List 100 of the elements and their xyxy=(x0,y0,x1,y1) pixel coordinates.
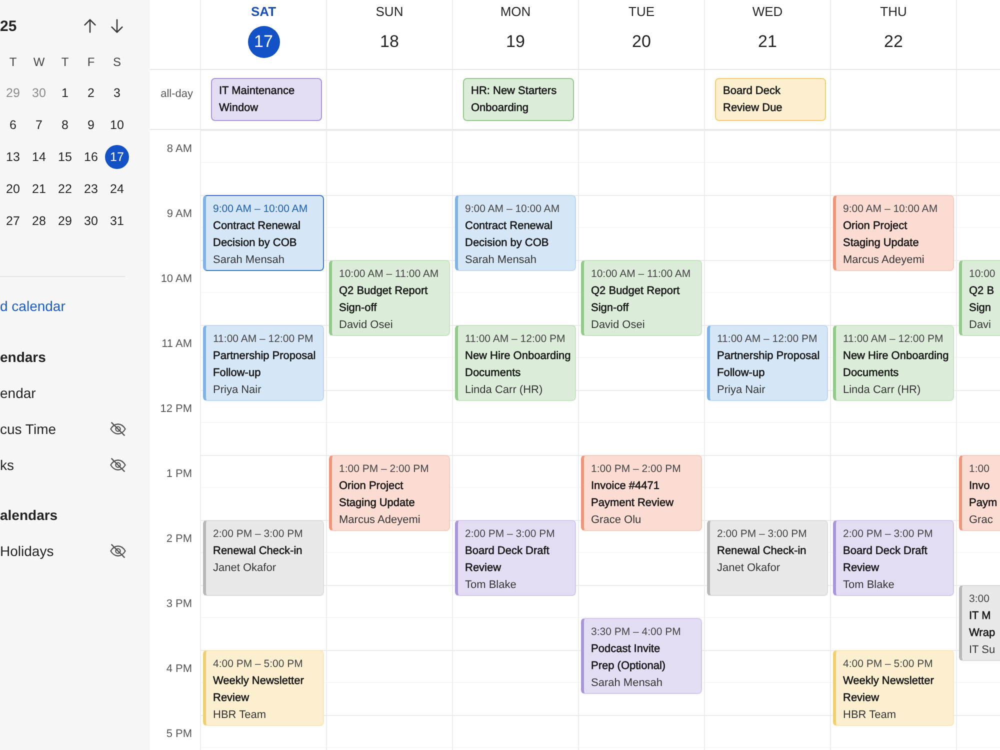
calendar-day[interactable]: 29 xyxy=(53,209,77,233)
event-title: Partnership Proposal Follow-up xyxy=(213,349,317,381)
event-card[interactable]: 10:00 Q2 B Sign Davi xyxy=(959,260,1000,336)
event-organizer: Janet Okafor xyxy=(213,561,277,576)
calendar-day[interactable]: 27 xyxy=(1,209,25,233)
event-time: 4:00 PM – 5:00 PM xyxy=(843,657,934,672)
event-time: 9:00 AM – 10:00 AM xyxy=(843,202,939,217)
event-card[interactable]: 1:00 Invo Paym Grac xyxy=(959,455,1000,531)
event-title: Invo Paym xyxy=(969,479,998,511)
event-organizer: Priya Nair xyxy=(213,383,262,398)
event-title: Partnership Proposal Follow-up xyxy=(717,349,821,381)
day-number[interactable]: 21 xyxy=(752,26,784,58)
month-title: 25 xyxy=(0,18,17,34)
event-title: Q2 B Sign xyxy=(969,284,996,316)
event-card[interactable]: 2:00 PM – 3:00 PM Board Deck Draft Review Tom Blake xyxy=(455,520,576,596)
calendar-list-item[interactable]: cus Time xyxy=(0,411,130,447)
calendar-day[interactable]: 8 xyxy=(53,113,77,137)
event-time: 10:00 AM – 11:00 AM xyxy=(339,267,440,282)
calendar-day[interactable]: 28 xyxy=(27,209,51,233)
event-organizer: Grac xyxy=(969,513,994,528)
calendar-day[interactable]: 17 xyxy=(105,145,129,169)
time-label: 8 AM xyxy=(166,143,192,156)
event-time: 11:00 AM – 12:00 PM xyxy=(717,332,818,347)
event-card[interactable]: 3:00 IT M Wrap IT Su xyxy=(959,585,1000,661)
calendar-day[interactable]: 21 xyxy=(27,177,51,201)
event-card[interactable]: 4:00 PM – 5:00 PM Weekly Newsletter Review HBR Team xyxy=(833,650,954,726)
day-number[interactable]: 20 xyxy=(626,26,658,58)
all-day-event[interactable]: IT Maintenance Window xyxy=(211,78,322,121)
event-card[interactable]: 2:00 PM – 3:00 PM Renewal Check-in Janet Okafor xyxy=(203,520,324,596)
calendar-day[interactable]: 31 xyxy=(105,209,129,233)
calendar-day[interactable]: 30 xyxy=(79,209,103,233)
time-label: 2 PM xyxy=(166,533,192,546)
event-time: 4:00 PM – 5:00 PM xyxy=(213,657,304,672)
calendar-day[interactable]: 2 xyxy=(79,81,103,105)
event-card[interactable]: 11:00 AM – 12:00 PM Partnership Proposal Follow-up Priya Nair xyxy=(203,325,324,401)
event-title: Board Deck Draft Review xyxy=(465,544,550,576)
event-card[interactable]: 4:00 PM – 5:00 PM Weekly Newsletter Review HBR Team xyxy=(203,650,324,726)
event-organizer: Tom Blake xyxy=(843,578,896,593)
event-card[interactable]: 11:00 AM – 12:00 PM New Hire Onboarding Documents Linda Carr (HR) xyxy=(455,325,576,401)
calendar-day[interactable]: 20 xyxy=(1,177,25,201)
day-number[interactable]: 22 xyxy=(878,26,910,58)
calendar-day[interactable]: 3 xyxy=(105,81,129,105)
event-card[interactable]: 9:00 AM – 10:00 AM Contract Renewal Decision by COB Sarah Mensah xyxy=(203,195,324,271)
calendar-list-item[interactable]: ks xyxy=(0,447,130,483)
event-card[interactable]: 1:00 PM – 2:00 PM Invoice #4471 Payment Review Grace Olu xyxy=(581,455,702,531)
event-title: Invoice #4471 Payment Review xyxy=(591,479,675,511)
time-label: 5 PM xyxy=(166,728,192,741)
event-title: Weekly Newsletter Review xyxy=(213,674,305,706)
calendar-day[interactable]: 10 xyxy=(105,113,129,137)
calendar-day[interactable]: 24 xyxy=(105,177,129,201)
time-label: 1 PM xyxy=(166,468,192,481)
event-time: 11:00 AM – 12:00 PM xyxy=(465,332,566,347)
event-organizer: Linda Carr (HR) xyxy=(465,383,544,398)
event-time: 1:00 PM – 2:00 PM xyxy=(339,462,430,477)
calendar-day[interactable]: 14 xyxy=(27,145,51,169)
event-card[interactable]: 1:00 PM – 2:00 PM Orion Project Staging Update Marcus Adeyemi xyxy=(329,455,450,531)
calendar-day[interactable]: 9 xyxy=(79,113,103,137)
day-number[interactable]: 17 xyxy=(248,26,280,58)
event-card[interactable]: 9:00 AM – 10:00 AM Contract Renewal Decision by COB Sarah Mensah xyxy=(455,195,576,271)
event-title: Orion Project Staging Update xyxy=(339,479,416,511)
next-button[interactable] xyxy=(108,17,126,35)
calendar-day[interactable]: 16 xyxy=(79,145,103,169)
event-card[interactable]: 2:00 PM – 3:00 PM Board Deck Draft Review Tom Blake xyxy=(833,520,954,596)
event-organizer: Linda Carr (HR) xyxy=(843,383,922,398)
event-card[interactable]: 2:00 PM – 3:00 PM Renewal Check-in Janet Okafor xyxy=(707,520,828,596)
event-card[interactable]: 10:00 AM – 11:00 AM Q2 Budget Report Sign-off David Osei xyxy=(329,260,450,336)
event-card[interactable]: 3:30 PM – 4:00 PM Podcast Invite Prep (Optional) Sarah Mensah xyxy=(581,618,702,694)
calendar-day[interactable]: 6 xyxy=(1,113,25,137)
all-day-event[interactable]: HR: New Starters Onboarding xyxy=(463,78,574,121)
event-card[interactable]: 11:00 AM – 12:00 PM Partnership Proposal Follow-up Priya Nair xyxy=(707,325,828,401)
previous-button[interactable] xyxy=(81,17,99,35)
calendar-day[interactable]: 13 xyxy=(1,145,25,169)
calendar-day[interactable]: 1 xyxy=(53,81,77,105)
eye-off-icon xyxy=(110,458,126,472)
event-card[interactable]: 10:00 AM – 11:00 AM Q2 Budget Report Sign-off David Osei xyxy=(581,260,702,336)
day-name: MON xyxy=(500,5,531,19)
calendar-day[interactable]: 15 xyxy=(53,145,77,169)
calendar-link[interactable]: d calendar xyxy=(0,298,66,314)
day-number[interactable]: 19 xyxy=(500,26,532,58)
all-day-event[interactable]: Board Deck Review Due xyxy=(715,78,826,121)
weekday-label: T xyxy=(8,54,18,71)
calendar-day[interactable]: 23 xyxy=(79,177,103,201)
calendar-day[interactable]: 7 xyxy=(27,113,51,137)
event-title: Orion Project Staging Update xyxy=(843,219,920,251)
day-number[interactable]: 18 xyxy=(374,26,406,58)
event-title: New Hire Onboarding Documents xyxy=(843,349,950,381)
event-time: 1:00 xyxy=(969,462,990,477)
calendar-list-item[interactable]: endar xyxy=(0,375,130,411)
weekday-label: W xyxy=(32,54,46,71)
event-organizer: Tom Blake xyxy=(465,578,518,593)
section-heading: endars xyxy=(0,348,47,367)
calendar-list-item[interactable]: Holidays xyxy=(0,533,130,569)
event-time: 11:00 AM – 12:00 PM xyxy=(213,332,314,347)
calendar-day[interactable]: 22 xyxy=(53,177,77,201)
event-card[interactable]: 9:00 AM – 10:00 AM Orion Project Staging Update Marcus Adeyemi xyxy=(833,195,954,271)
event-organizer: Grace Olu xyxy=(591,513,642,528)
event-card[interactable]: 11:00 AM – 12:00 PM New Hire Onboarding Documents Linda Carr (HR) xyxy=(833,325,954,401)
event-time: 2:00 PM – 3:00 PM xyxy=(465,527,556,542)
arrow-down-icon xyxy=(111,19,123,33)
time-label: 12 PM xyxy=(160,403,192,416)
